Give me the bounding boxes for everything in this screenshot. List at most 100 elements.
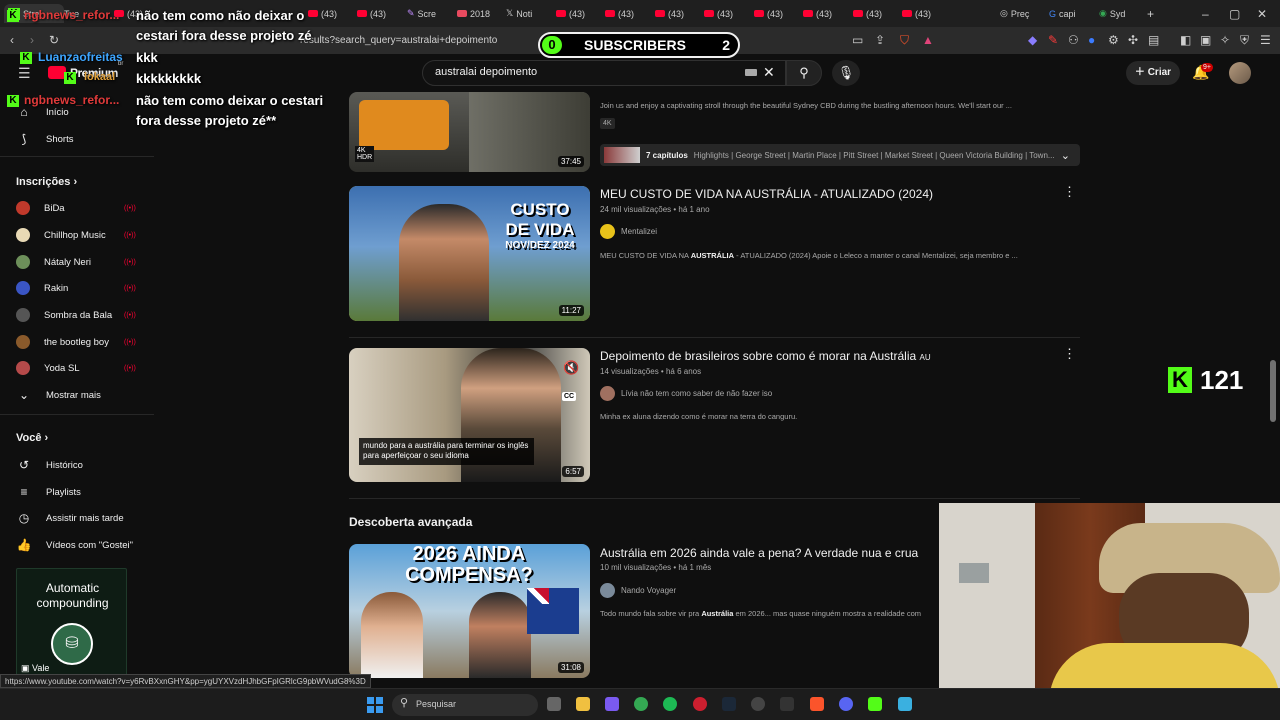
panel-icon[interactable]: ◧: [1180, 34, 1191, 46]
steam-icon[interactable]: [722, 697, 736, 711]
browser-tab[interactable]: 2018: [457, 4, 497, 23]
more-options-icon[interactable]: ⋮: [1063, 184, 1076, 200]
channel-link[interactable]: Mentalizei: [600, 224, 657, 239]
channel-link[interactable]: Nando Voyager: [600, 583, 676, 598]
sidebar-item-subscription[interactable]: Rakin: [16, 278, 68, 298]
back-icon[interactable]: ‹: [10, 34, 14, 46]
app-icon[interactable]: [780, 697, 794, 711]
video-thumbnail[interactable]: CUSTO DE VIDA NOV/DEZ 2024 11:27: [349, 186, 590, 321]
subscriptions-header[interactable]: Inscrições ›: [16, 176, 77, 188]
browser-tab[interactable]: (43): [308, 4, 348, 23]
discord-icon[interactable]: [839, 697, 853, 711]
page-scrollbar[interactable]: [1270, 360, 1276, 422]
forward-icon[interactable]: ›: [30, 34, 34, 46]
file-explorer-icon[interactable]: [576, 697, 590, 711]
brave-shield-icon[interactable]: ⛉: [900, 34, 909, 46]
captions-icon[interactable]: CC: [562, 392, 577, 401]
browser-tab[interactable]: (43): [704, 4, 744, 23]
sidebar-item-watch-later[interactable]: ◷ Assistir mais tarde: [16, 508, 124, 528]
menu-icon[interactable]: ☰: [1260, 34, 1271, 46]
close-window-icon[interactable]: ✕: [1257, 8, 1267, 20]
browser-tab[interactable]: ◎ Preç: [1000, 4, 1040, 23]
brave-rewards-icon[interactable]: ▲: [922, 34, 934, 46]
search-button[interactable]: ⚲: [786, 60, 822, 86]
extension-icon[interactable]: ⚙: [1108, 34, 1119, 46]
sidebar-item-liked-videos[interactable]: 👍 Vídeos com "Gostei": [16, 535, 134, 555]
leo-icon[interactable]: ✧: [1220, 34, 1230, 46]
extension-icon[interactable]: ✎: [1048, 34, 1058, 46]
browser-tab[interactable]: ✎ Scre: [407, 4, 447, 23]
sidebar-item-shorts[interactable]: ⟆ Shorts: [16, 129, 74, 149]
app-icon[interactable]: [605, 697, 619, 711]
ad-overlay[interactable]: Automatic compounding ⛁ ▣ Vale: [16, 568, 127, 677]
browser-tab[interactable]: (43): [853, 4, 893, 23]
new-tab-icon[interactable]: +: [1147, 8, 1154, 20]
kick-badge-icon: K: [20, 52, 32, 64]
more-options-icon[interactable]: ⋮: [1063, 346, 1076, 362]
sidebar-item-history[interactable]: ↺ Histórico: [16, 455, 83, 475]
sidebar-item-subscription[interactable]: BiDa: [16, 198, 65, 218]
sidebar-item-playlists[interactable]: ≡ Playlists: [16, 482, 80, 502]
search-input[interactable]: australai depoimento: [422, 60, 786, 86]
windows-start-icon[interactable]: [367, 697, 383, 713]
keyboard-icon[interactable]: [745, 69, 757, 76]
browser-tab[interactable]: (43): [605, 4, 645, 23]
chapters-bar[interactable]: 7 capítulos Highlights | George Street |…: [600, 144, 1080, 166]
opera-icon[interactable]: [693, 697, 707, 711]
channel-link[interactable]: Lívia não tem como saber de não fazer is…: [600, 386, 772, 401]
share-icon[interactable]: ⇪: [875, 34, 885, 46]
show-more-button[interactable]: ⌄ Mostrar mais: [16, 385, 101, 405]
extension-icon[interactable]: ◆: [1028, 34, 1037, 46]
account-avatar[interactable]: [1229, 62, 1251, 84]
extension-icon[interactable]: ●: [1088, 34, 1095, 46]
minimize-icon[interactable]: –: [1202, 8, 1209, 20]
browser-tab[interactable]: ◉ Syd: [1099, 4, 1139, 23]
sidebar-item-subscription[interactable]: Nátaly Neri: [16, 252, 91, 272]
browser-tab[interactable]: (43): [902, 4, 942, 23]
sidebar-item-subscription[interactable]: Yoda SL: [16, 358, 80, 378]
spotify-icon[interactable]: [663, 697, 677, 711]
youtube-tab-icon: [902, 10, 912, 17]
video-title[interactable]: Depoimento de brasileiros sobre como é m…: [600, 349, 931, 363]
browser-tab[interactable]: (43): [803, 4, 843, 23]
clear-search-icon[interactable]: ✕: [763, 65, 775, 79]
sidebar-item-subscription[interactable]: the bootleg boy: [16, 332, 109, 352]
kick-app-icon[interactable]: [868, 697, 882, 711]
chevron-down-icon[interactable]: ⌄: [1061, 149, 1070, 162]
video-title[interactable]: Austrália em 2026 ainda vale a pena? A v…: [600, 546, 918, 560]
browser-tab[interactable]: (43): [357, 4, 397, 23]
sidebar-label: Início: [46, 106, 69, 118]
browser-tab[interactable]: (43): [655, 4, 695, 23]
brave-icon[interactable]: [810, 697, 824, 711]
extension-icon[interactable]: ⚇: [1068, 34, 1079, 46]
mute-icon[interactable]: 🔇: [563, 360, 579, 376]
vpn-icon[interactable]: ⛨: [1240, 34, 1249, 46]
browser-tab[interactable]: 𝕏 Noti: [506, 4, 546, 23]
video-thumbnail[interactable]: 2026 AINDA COMPENSA? 31:08: [349, 544, 590, 678]
url-field[interactable]: results?search_query=australai+depoiment…: [300, 35, 497, 46]
chat-username-secondary: lokaal: [84, 71, 116, 83]
sidebar-toggle-icon[interactable]: ▤: [1148, 34, 1159, 46]
obs-icon[interactable]: [751, 697, 765, 711]
maximize-icon[interactable]: ▢: [1229, 8, 1240, 20]
task-view-icon[interactable]: [547, 697, 561, 711]
puzzle-icon[interactable]: ✣: [1128, 34, 1138, 46]
video-thumbnail[interactable]: 4K HDR 37:45: [349, 92, 590, 172]
notepad-icon[interactable]: [898, 697, 912, 711]
browser-tab[interactable]: (43): [754, 4, 794, 23]
sidebar-item-subscription[interactable]: Chillhop Music: [16, 225, 106, 245]
wallet-icon[interactable]: ▣: [1200, 34, 1211, 46]
you-header[interactable]: Você ›: [16, 432, 48, 444]
video-title[interactable]: MEU CUSTO DE VIDA NA AUSTRÁLIA - ATUALIZ…: [600, 187, 933, 201]
sidebar-item-subscription[interactable]: Sombra da Bala: [16, 305, 112, 325]
browser-tab[interactable]: (43): [556, 4, 596, 23]
browser-tab[interactable]: Gcapi: [1049, 4, 1089, 23]
reload-icon[interactable]: ↻: [49, 34, 59, 46]
cast-icon[interactable]: ▭: [852, 34, 863, 46]
hamburger-menu-icon[interactable]: ☰: [18, 66, 31, 80]
create-button[interactable]: ＋ Criar: [1126, 61, 1180, 85]
video-thumbnail[interactable]: 🔇 CC mundo para a austrália para termina…: [349, 348, 590, 482]
chrome-icon[interactable]: [634, 697, 648, 711]
voice-search-button[interactable]: 🎙: [832, 60, 860, 86]
taskbar-search[interactable]: Pesquisar: [392, 694, 538, 716]
